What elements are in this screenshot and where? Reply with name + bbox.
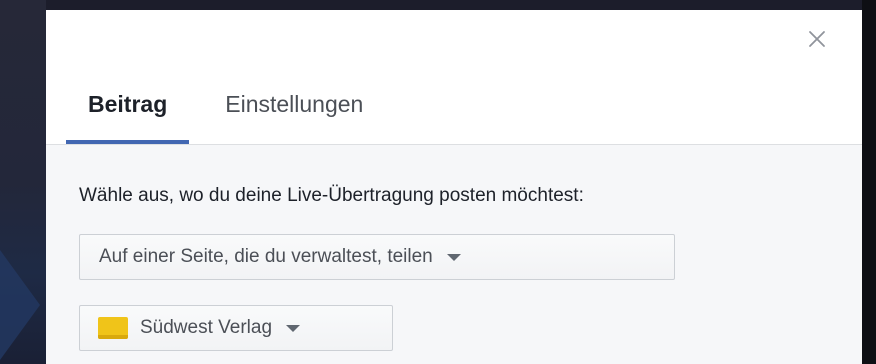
dialog-body: Wähle aus, wo du deine Live-Übertragung …	[46, 145, 862, 364]
page-selector-dropdown[interactable]: Südwest Verlag	[79, 305, 393, 351]
background-play-shape	[0, 250, 40, 360]
close-icon	[809, 31, 825, 47]
chevron-down-icon	[446, 253, 461, 261]
dialog-header: Beitrag Einstellungen	[46, 10, 862, 145]
close-button[interactable]	[802, 24, 832, 54]
tab-einstellungen[interactable]: Einstellungen	[203, 80, 385, 144]
page-avatar-icon	[98, 317, 128, 339]
share-target-dropdown[interactable]: Auf einer Seite, die du verwaltest, teil…	[79, 234, 675, 280]
screen: Beitrag Einstellungen Wähle aus, wo du d…	[0, 0, 876, 364]
tab-bar: Beitrag Einstellungen	[66, 80, 385, 144]
background-edge	[862, 0, 876, 364]
tab-beitrag[interactable]: Beitrag	[66, 80, 190, 144]
live-post-dialog: Beitrag Einstellungen Wähle aus, wo du d…	[46, 10, 862, 364]
chevron-down-icon	[286, 324, 301, 332]
post-location-prompt: Wähle aus, wo du deine Live-Übertragung …	[79, 185, 584, 206]
share-target-value: Auf einer Seite, die du verwaltest, teil…	[99, 246, 433, 267]
page-selector-value: Südwest Verlag	[140, 317, 273, 338]
